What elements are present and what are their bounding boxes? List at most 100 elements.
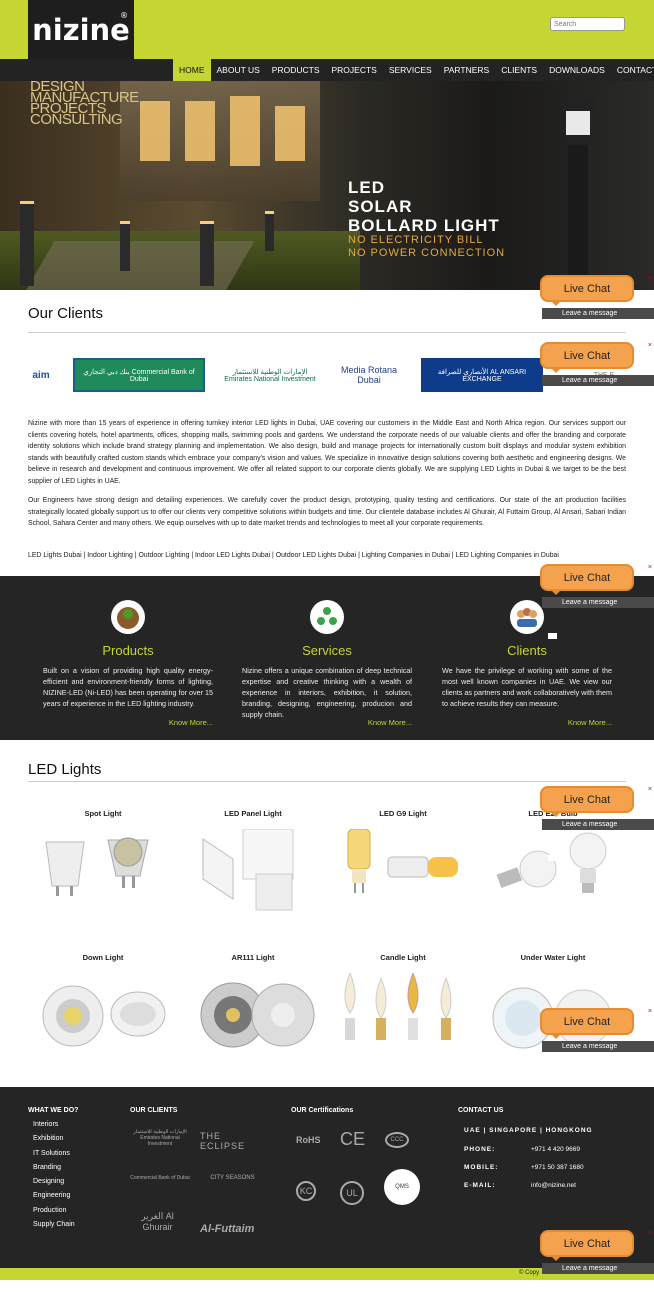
logo-text: nizine xyxy=(32,12,130,47)
envelope-icon xyxy=(548,855,557,861)
live-chat-label: Live Chat xyxy=(563,1237,611,1250)
live-chat-widget[interactable]: Live Chat × Leave a message xyxy=(540,342,654,417)
live-chat-label: Live Chat xyxy=(563,1015,611,1028)
live-chat-button[interactable]: Live Chat xyxy=(540,342,634,369)
plant-hand-icon xyxy=(111,600,145,634)
chat-bubble-tail xyxy=(550,811,562,817)
client-logo: aim xyxy=(32,369,50,381)
product-spot-light[interactable]: Spot Light xyxy=(38,809,168,929)
product-down-light[interactable]: Down Light xyxy=(38,953,168,1073)
logo-registered: ® xyxy=(120,11,128,20)
phone-value[interactable]: +971 4 420 9669 xyxy=(531,1141,584,1159)
leave-message-button[interactable]: Leave a message xyxy=(542,308,654,350)
footer-link[interactable]: IT Solutions xyxy=(33,1147,75,1161)
hero-bollard xyxy=(265,211,274,251)
footer-link[interactable]: Interiors xyxy=(33,1118,75,1132)
live-chat-widget[interactable]: Live Chat × Leave a message xyxy=(540,1008,654,1083)
down-light-image xyxy=(42,985,166,1047)
leave-message-button[interactable]: Leave a message xyxy=(542,1263,654,1305)
nav-downloads[interactable]: DOWNLOADS xyxy=(543,59,611,81)
hero-banner[interactable]: DESIGN MANUFACTURE PROJECTS CONSULTING L… xyxy=(0,81,654,290)
hero-path xyxy=(25,241,255,290)
feature-text: Nizine offers a unique combination of de… xyxy=(242,666,412,719)
close-icon[interactable]: × xyxy=(648,342,652,349)
hero-window xyxy=(275,106,305,161)
hero-headline: LED SOLAR BOLLARD LIGHT xyxy=(348,178,500,235)
leave-message-button[interactable]: Leave a message xyxy=(542,597,654,639)
close-icon[interactable]: × xyxy=(648,1008,652,1015)
footer-client-logo: CITY SEASONS xyxy=(210,1175,255,1181)
qms-icon: QMS xyxy=(384,1169,420,1205)
nav-projects[interactable]: PROJECTS xyxy=(326,59,383,81)
footer-link[interactable]: Supply Chain xyxy=(33,1218,75,1232)
footer-link[interactable]: Designing xyxy=(33,1175,75,1189)
clients-section-title: Our Clients xyxy=(28,305,104,322)
nav-contact-us[interactable]: CONTACT US xyxy=(611,59,654,81)
phone-label: PHONE: xyxy=(464,1146,496,1153)
footer-client-logo: الإمارات الوطنية للاستثمار Emirates Nati… xyxy=(133,1129,187,1147)
footer-link[interactable]: Production xyxy=(33,1204,75,1218)
close-icon[interactable]: × xyxy=(648,275,652,282)
footer-link[interactable]: Exhibition xyxy=(33,1132,75,1146)
live-chat-button[interactable]: Live Chat xyxy=(540,275,634,302)
hero-subheadline: NO ELECTRICITY BILL NO POWER CONNECTION xyxy=(348,234,505,260)
product-led-g9-light[interactable]: LED G9 Light xyxy=(338,809,468,929)
know-more-link[interactable]: Know More... xyxy=(368,718,412,727)
product-candle-light[interactable]: Candle Light xyxy=(338,953,468,1073)
contact-values: +971 4 420 9669 +971 50 387 1680 info@ni… xyxy=(531,1141,584,1195)
feature-text: We have the privilege of working with so… xyxy=(442,666,612,708)
live-chat-widget[interactable]: Live Chat × Leave a message xyxy=(540,275,654,350)
envelope-icon xyxy=(548,1077,557,1083)
know-more-link[interactable]: Know More... xyxy=(169,718,213,727)
close-icon[interactable]: × xyxy=(648,786,652,793)
live-chat-button[interactable]: Live Chat xyxy=(540,1230,634,1257)
ccc-icon: CCC xyxy=(385,1132,409,1148)
hero-window xyxy=(140,101,170,161)
live-chat-widget[interactable]: Live Chat × Leave a message xyxy=(540,1230,654,1305)
footer-client-logo: THE ECLIPSE xyxy=(200,1131,246,1151)
footer-client-logo: Al-Futtaim xyxy=(200,1223,255,1235)
seo-links[interactable]: LED Lights Dubai | Indoor Lighting | Out… xyxy=(28,550,626,562)
product-ar111-light[interactable]: AR111 Light xyxy=(188,953,318,1073)
footer-link[interactable]: Branding xyxy=(33,1161,75,1175)
email-value[interactable]: info@nizine.net xyxy=(531,1177,584,1195)
client-logo: Media Rotana Dubai xyxy=(340,365,398,385)
nav-products[interactable]: PRODUCTS xyxy=(266,59,326,81)
nav-services[interactable]: SERVICES xyxy=(383,59,438,81)
leave-message-button[interactable]: Leave a message xyxy=(542,819,654,861)
nav-clients[interactable]: CLIENTS xyxy=(495,59,543,81)
headline-line: BOLLARD LIGHT xyxy=(348,216,500,235)
divider xyxy=(28,332,626,333)
know-more-link[interactable]: Know More... xyxy=(568,718,612,727)
footer-locations: UAE | SINGAPORE | HONGKONG xyxy=(464,1127,593,1134)
nav-partners[interactable]: PARTNERS xyxy=(438,59,496,81)
headline-line: SOLAR xyxy=(348,197,413,216)
live-chat-button[interactable]: Live Chat xyxy=(540,786,634,813)
leave-message-button[interactable]: Leave a message xyxy=(542,1041,654,1083)
sub-line: NO ELECTRICITY BILL xyxy=(348,234,484,246)
product-label: LED G9 Light xyxy=(379,809,427,818)
copyright-text: © Copy xyxy=(519,1270,540,1276)
live-chat-button[interactable]: Live Chat xyxy=(540,1008,634,1035)
logo[interactable]: nizine ® xyxy=(28,0,134,59)
nav-home[interactable]: HOME xyxy=(173,59,211,81)
about-paragraph: Our Engineers have strong design and det… xyxy=(28,497,626,527)
live-chat-widget[interactable]: Live Chat × Leave a message xyxy=(540,564,654,639)
footer-contact-title: CONTACT US xyxy=(458,1107,504,1114)
ar111-light-image xyxy=(200,982,315,1048)
led-lights-title: LED Lights xyxy=(28,761,102,778)
nav-about-us[interactable]: ABOUT US xyxy=(211,59,266,81)
product-label: LED Panel Light xyxy=(224,809,282,818)
live-chat-widget[interactable]: Live Chat × Leave a message xyxy=(540,786,654,861)
live-chat-button[interactable]: Live Chat xyxy=(540,564,634,591)
close-icon[interactable]: × xyxy=(648,564,652,571)
footer-link[interactable]: Engineering xyxy=(33,1189,75,1203)
close-icon[interactable]: × xyxy=(648,1230,652,1237)
search-input[interactable] xyxy=(550,17,625,31)
chat-bubble-tail xyxy=(550,1033,562,1039)
product-led-panel-light[interactable]: LED Panel Light xyxy=(188,809,318,929)
ul-icon: UL xyxy=(340,1181,364,1205)
leave-message-button[interactable]: Leave a message xyxy=(542,375,654,417)
mobile-value[interactable]: +971 50 387 1680 xyxy=(531,1159,584,1177)
panel-light-image xyxy=(202,829,294,911)
